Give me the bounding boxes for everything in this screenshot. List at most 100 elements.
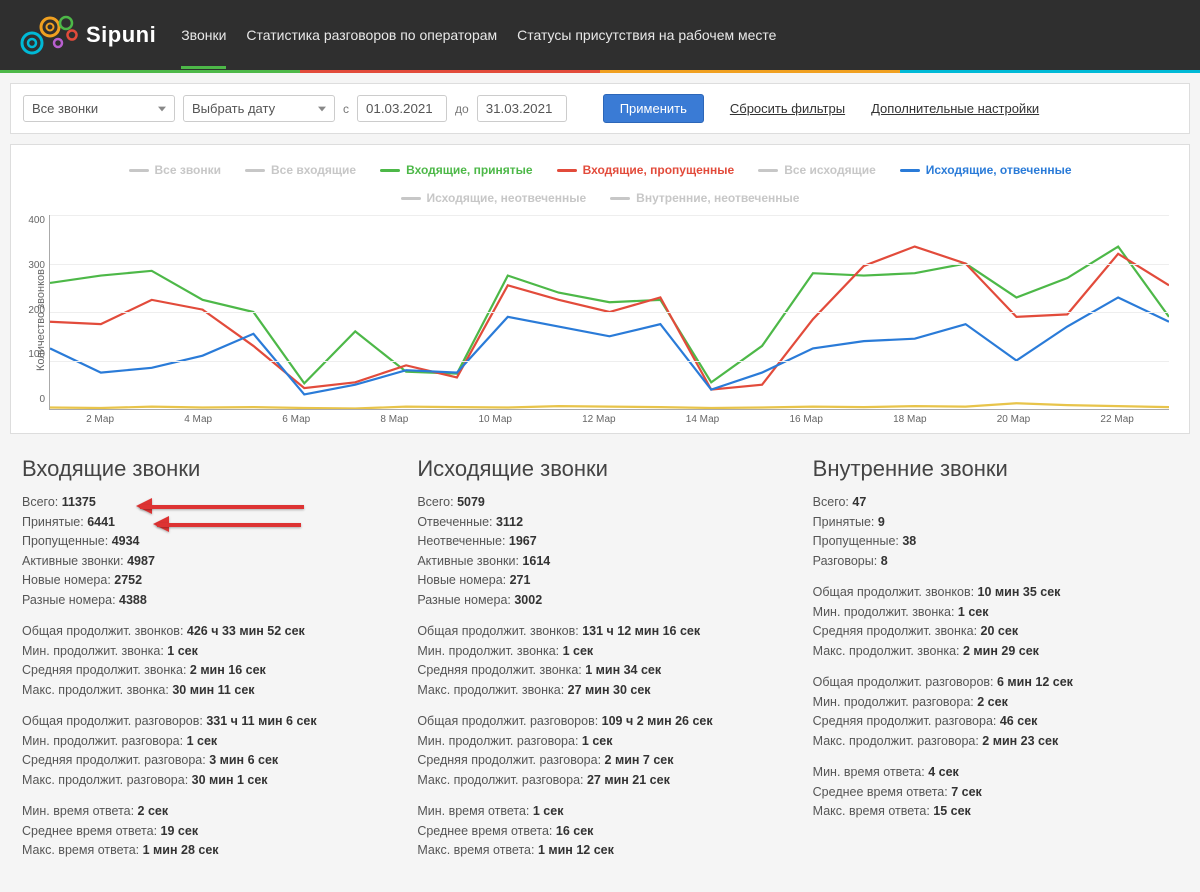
- logo-icon: [20, 13, 80, 58]
- date-from-input[interactable]: [357, 95, 447, 122]
- stat-row: Средняя продолжит. разговора: 2 мин 7 се…: [417, 752, 782, 770]
- chart-area: 4003002001000 2 Мар4 Мар6 Мар8 Мар10 Мар…: [47, 215, 1169, 425]
- legend-item[interactable]: Входящие, пропущенные: [557, 163, 735, 177]
- legend-item[interactable]: Все входящие: [245, 163, 356, 177]
- nav-stats[interactable]: Статистика разговоров по операторам: [246, 2, 497, 69]
- stat-row: Разные номера: 4388: [22, 592, 387, 610]
- legend-label: Входящие, принятые: [406, 163, 533, 177]
- reset-filters-link[interactable]: Сбросить фильтры: [730, 101, 845, 116]
- brand-name: Sipuni: [86, 22, 156, 48]
- legend-label: Все входящие: [271, 163, 356, 177]
- stat-row: Принятые: 9: [813, 514, 1178, 532]
- stat-row: Мин. время ответа: 4 сек: [813, 764, 1178, 782]
- stat-row: Общая продолжит. разговоров: 331 ч 11 ми…: [22, 713, 387, 731]
- stat-row: Пропущенные: 4934: [22, 533, 387, 551]
- stat-row: Активные звонки: 1614: [417, 553, 782, 571]
- series-line: [50, 247, 1169, 384]
- x-tick: 6 Мар: [282, 414, 310, 425]
- x-tick: 8 Мар: [380, 414, 408, 425]
- internal-calls-col: Внутренние звонкиВсего: 47Принятые: 9Про…: [813, 456, 1178, 872]
- legend-item[interactable]: Входящие, принятые: [380, 163, 533, 177]
- stat-row: Среднее время ответа: 16 сек: [417, 823, 782, 841]
- stat-row: Новые номера: 271: [417, 572, 782, 590]
- stat-row: Макс. продолжит. разговора: 27 мин 21 се…: [417, 772, 782, 790]
- stat-row: Мин. продолжит. разговора: 1 сек: [417, 733, 782, 751]
- stat-row: Разговоры: 8: [813, 553, 1178, 571]
- x-tick: 12 Мар: [582, 414, 615, 425]
- legend-swatch: [900, 169, 920, 172]
- legend-swatch: [401, 197, 421, 200]
- filters-bar: Все звонки Выбрать дату с до Применить С…: [10, 83, 1190, 134]
- stat-row: Общая продолжит. звонков: 131 ч 12 мин 1…: [417, 623, 782, 641]
- stat-row: Макс. время ответа: 15 сек: [813, 803, 1178, 821]
- y-tick: 0: [17, 394, 45, 405]
- legend-item[interactable]: Все звонки: [129, 163, 222, 177]
- stat-row: Общая продолжит. звонков: 10 мин 35 сек: [813, 584, 1178, 602]
- apply-button[interactable]: Применить: [603, 94, 704, 123]
- legend-swatch: [557, 169, 577, 172]
- app-header: Sipuni Звонки Статистика разговоров по о…: [0, 0, 1200, 70]
- stat-row: Макс. время ответа: 1 мин 28 сек: [22, 842, 387, 860]
- from-label: с: [343, 102, 349, 116]
- legend-label: Все исходящие: [784, 163, 876, 177]
- stat-row: Всего: 5079: [417, 494, 782, 512]
- chart-panel: Все звонки Все входящие Входящие, принятые…: [10, 144, 1190, 434]
- filter-date-select[interactable]: Выбрать дату: [183, 95, 335, 122]
- stat-row: Пропущенные: 38: [813, 533, 1178, 551]
- stat-row: Разные номера: 3002: [417, 592, 782, 610]
- stat-row: Средняя продолжит. звонка: 1 мин 34 сек: [417, 662, 782, 680]
- y-ticks: 4003002001000: [17, 215, 45, 405]
- stat-row: Средняя продолжит. звонка: 20 сек: [813, 623, 1178, 641]
- legend-swatch: [758, 169, 778, 172]
- legend-label: Все звонки: [155, 163, 222, 177]
- stat-row: Мин. продолжит. звонка: 1 сек: [417, 643, 782, 661]
- x-tick: 4 Мар: [184, 414, 212, 425]
- date-to-input[interactable]: [477, 95, 567, 122]
- stat-row: Средняя продолжит. разговора: 3 мин 6 се…: [22, 752, 387, 770]
- legend-item[interactable]: Исходящие, отвеченные: [900, 163, 1072, 177]
- nav-calls[interactable]: Звонки: [181, 2, 226, 69]
- x-tick: 18 Мар: [893, 414, 926, 425]
- stat-row: Общая продолжит. разговоров: 109 ч 2 мин…: [417, 713, 782, 731]
- stat-row: Новые номера: 2752: [22, 572, 387, 590]
- stat-row: Мин. продолжит. разговора: 1 сек: [22, 733, 387, 751]
- stat-row: Принятые: 6441: [22, 514, 387, 532]
- legend-item[interactable]: Исходящие, неотвеченные: [401, 191, 587, 205]
- stat-row: Общая продолжит. разговоров: 6 мин 12 се…: [813, 674, 1178, 692]
- stat-row: Средняя продолжит. разговора: 46 сек: [813, 713, 1178, 731]
- legend-item[interactable]: Внутренние, неотвеченные: [610, 191, 799, 205]
- col-title: Входящие звонки: [22, 456, 387, 482]
- stat-row: Макс. время ответа: 1 мин 12 сек: [417, 842, 782, 860]
- legend-item[interactable]: Все исходящие: [758, 163, 876, 177]
- chart-wrap: Количество звонков 4003002001000 2 Мар4 …: [31, 215, 1169, 425]
- legend-swatch: [610, 197, 630, 200]
- filter-call-type-value: Все звонки: [32, 101, 98, 116]
- stat-row: Общая продолжит. звонков: 426 ч 33 мин 5…: [22, 623, 387, 641]
- to-label: до: [455, 102, 469, 116]
- stat-row: Средняя продолжит. звонка: 2 мин 16 сек: [22, 662, 387, 680]
- legend-label: Внутренние, неотвеченные: [636, 191, 799, 205]
- stat-row: Всего: 47: [813, 494, 1178, 512]
- x-tick: 10 Мар: [478, 414, 511, 425]
- chart-legend: Все звонки Все входящие Входящие, принятые…: [31, 157, 1169, 215]
- stat-row: Мин. время ответа: 2 сек: [22, 803, 387, 821]
- x-tick: 22 Мар: [1100, 414, 1133, 425]
- x-tick: 16 Мар: [789, 414, 822, 425]
- chevron-down-icon: [318, 105, 326, 113]
- nav-presence[interactable]: Статусы присутствия на рабочем месте: [517, 2, 776, 69]
- extra-settings-link[interactable]: Дополнительные настройки: [871, 101, 1039, 116]
- col-title: Исходящие звонки: [417, 456, 782, 482]
- stat-row: Мин. продолжит. звонка: 1 сек: [813, 604, 1178, 622]
- stat-row: Макс. продолжит. разговора: 2 мин 23 сек: [813, 733, 1178, 751]
- stat-row: Активные звонки: 4987: [22, 553, 387, 571]
- series-line: [50, 247, 1169, 390]
- stat-row: Неотвеченные: 1967: [417, 533, 782, 551]
- stat-row: Макс. продолжит. звонка: 2 мин 29 сек: [813, 643, 1178, 661]
- stat-row: Мин. продолжит. звонка: 1 сек: [22, 643, 387, 661]
- filter-call-type[interactable]: Все звонки: [23, 95, 175, 122]
- stat-row: Макс. продолжит. звонка: 30 мин 11 сек: [22, 682, 387, 700]
- legend-label: Исходящие, отвеченные: [926, 163, 1072, 177]
- stat-row: Отвеченные: 3112: [417, 514, 782, 532]
- stat-row: Среднее время ответа: 7 сек: [813, 784, 1178, 802]
- incoming-calls-col: Входящие звонкиВсего: 11375Принятые: 644…: [22, 456, 387, 872]
